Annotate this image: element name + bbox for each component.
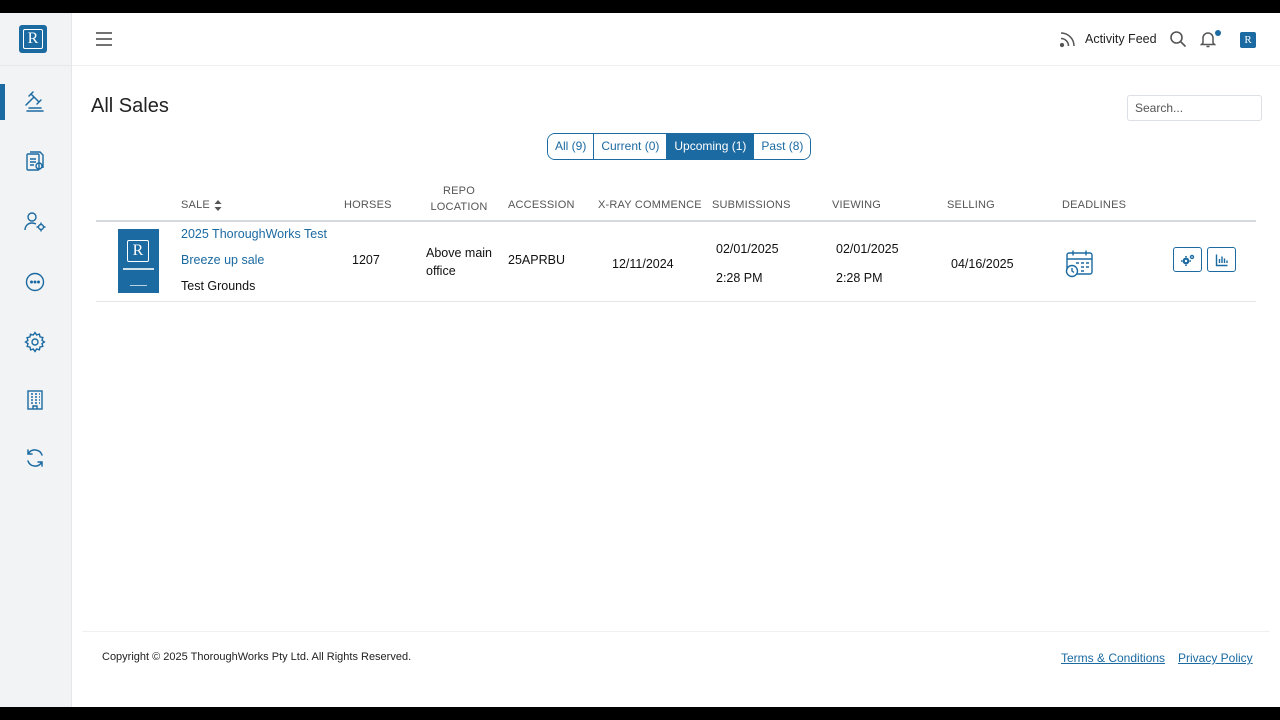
activity-feed-label: Activity Feed [1085,32,1157,46]
viewing-time: 2:28 PM [836,271,883,285]
sale-report-button[interactable] [1207,247,1236,272]
gear-icon [24,331,46,353]
sidebar-item-sales[interactable] [22,89,48,115]
column-header-deadlines: DEADLINES [1062,199,1127,211]
sale-venue: Test Grounds [181,279,256,293]
tab-all[interactable]: All (9) [548,134,595,159]
tab-upcoming[interactable]: Upcoming (1) [667,134,755,159]
xray-commence-date: 12/11/2024 [612,257,674,271]
search-input[interactable] [1127,95,1262,121]
accession-code: 25APRBU [508,253,565,267]
sale-settings-button[interactable] [1173,247,1202,272]
thumbnail-wordmark [123,268,154,270]
logo-letter: R [23,29,43,49]
footer-divider [82,631,1270,632]
column-header-selling: SELLING [947,199,995,211]
sidebar: R [0,13,72,707]
table-row-divider [96,301,1256,302]
sidebar-divider [0,65,72,66]
horses-count: 1207 [352,253,380,267]
sale-name-link[interactable]: 2025 ThoroughWorks Test [181,227,327,241]
viewing-date: 02/01/2025 [836,242,899,256]
tab-past[interactable]: Past (8) [754,134,811,159]
selling-date: 04/16/2025 [951,257,1014,271]
repo-location-line1: Above main [426,246,493,260]
app-logo[interactable]: R [19,25,47,53]
document-icon [26,151,44,171]
bar-chart-icon [1215,254,1228,266]
sidebar-item-settings[interactable] [22,329,48,355]
sidebar-item-documents[interactable] [22,149,48,175]
sale-thumbnail[interactable]: R [118,229,159,293]
table-header-divider [96,220,1256,222]
user-settings-icon [24,212,46,232]
menu-icon[interactable] [94,29,114,49]
submissions-time: 2:28 PM [716,271,763,285]
column-header-repo-line2: LOCATION [430,201,488,213]
deadlines-calendar-icon[interactable] [1064,249,1094,284]
gavel-icon [25,91,44,112]
notification-dot [1215,30,1221,36]
sidebar-item-buildings[interactable] [22,387,48,413]
sidebar-item-messages[interactable] [22,269,48,295]
column-header-viewing: VIEWING [832,199,882,211]
column-header-sale-label: SALE [181,199,210,211]
submissions-date: 02/01/2025 [716,242,779,256]
refresh-icon [27,449,43,467]
sidebar-item-user-settings[interactable] [22,209,48,235]
column-header-sale[interactable]: SALE [181,199,222,211]
sort-icon [214,199,222,211]
sidebar-item-sync[interactable] [22,445,48,471]
rss-icon [1059,32,1075,48]
app-frame: R Activity Feed R All Sales Search... Al… [0,13,1280,707]
sidebar-active-indicator [0,84,5,120]
column-header-accession: ACCESSION [508,199,575,211]
column-header-submissions: SUBMISSIONS [712,199,791,211]
building-icon [27,390,43,410]
top-bar: Activity Feed R [72,13,1280,66]
thumbnail-logo: R [127,240,149,262]
thumbnail-caption [130,285,147,286]
tab-current[interactable]: Current (0) [594,134,668,159]
column-header-xray: X-RAY COMMENCE [598,199,702,211]
page-title: All Sales [91,95,169,117]
chat-icon [25,272,45,292]
sale-filter-tabs: All (9) Current (0) Upcoming (1) Past (8… [547,133,812,160]
repo-location-line2: office [426,264,456,278]
privacy-link[interactable]: Privacy Policy [1178,651,1253,665]
repo-location: Above main office [426,244,492,280]
sale-type-link[interactable]: Breeze up sale [181,253,264,267]
column-header-repo-location: REPO LOCATION [429,183,489,215]
column-header-horses: HORSES [344,199,392,211]
gears-icon [1180,254,1194,266]
avatar[interactable]: R [1240,32,1256,48]
search-icon[interactable] [1169,30,1187,53]
column-header-repo-line1: REPO [443,185,475,197]
copyright-text: Copyright © 2025 ThoroughWorks Pty Ltd. … [102,651,412,663]
activity-feed-link[interactable]: Activity Feed [1059,30,1157,48]
terms-link[interactable]: Terms & Conditions [1061,651,1165,665]
